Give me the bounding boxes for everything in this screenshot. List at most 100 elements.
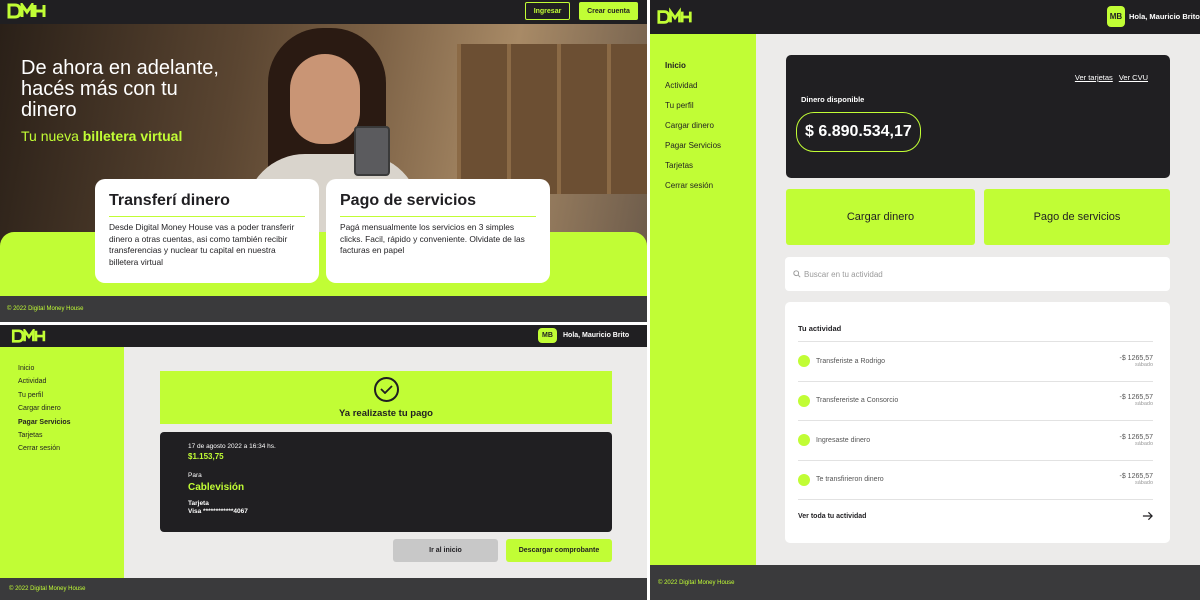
check-circle-icon [373,376,399,402]
hero-phone [354,126,390,176]
receipt-card-number: Visa ************4067 [188,508,248,515]
search-icon [793,270,801,278]
user-greeting: Hola, Mauricio Brito [563,332,630,339]
receipt-date: 17 de agosto 2022 a 16:34 hs. [188,443,276,450]
feature-card-text: Pagá mensualmente los servicios en 3 sim… [340,222,525,255]
list-item[interactable]: Ingresaste dinero -$ 1265,57 sábado [798,421,1153,461]
receipt-amount: $1.153,75 [188,452,224,461]
feature-card-title: Pago de servicios [340,192,536,217]
landing-screen: Ingresar Crear cuenta De ahora en adelan… [0,0,647,322]
view-cards-link[interactable]: Ver tarjetas [1075,73,1113,82]
activity-text: Transfereriste a Consorcio [816,397,899,405]
sidebar-item-logout[interactable]: Cerrar sesión [665,181,756,201]
hero-subtitle-prefix: Tu nueva [21,128,83,144]
arrow-right-icon [1142,511,1153,521]
list-item[interactable]: Te transfirieron dinero -$ 1265,57 sábado [798,461,1153,500]
app-header: MB Hola, Mauricio Brito [0,325,647,347]
success-message: Ya realizaste tu pago [339,407,433,419]
landing-header: Ingresar Crear cuenta [0,0,647,24]
sidebar-item-pagar-servicios[interactable]: Pagar Servicios [665,141,756,161]
activity-title: Tu actividad [798,324,1153,342]
activity-amount: -$ 1265,57 sábado [1120,394,1153,407]
user-greeting: Hola, Mauricio Brito [1129,12,1200,21]
activity-text: Ingresaste dinero [816,436,871,444]
hero-title: De ahora en adelante, hacés más con tu d… [21,57,219,121]
search-input[interactable]: Buscar en tu actividad [785,257,1170,291]
activity-day: sábado [1134,361,1153,368]
dmh-logo-mark [11,329,46,343]
login-button[interactable]: Ingresar [525,2,570,20]
list-item[interactable]: Transferiste a Rodrigo -$ 1265,57 sábado [798,342,1153,382]
feature-card-transfer: Transferí dinero Desde Digital Money Hou… [95,179,319,283]
activity-day: sábado [1134,440,1153,447]
dmh-logo[interactable] [7,3,47,19]
dmh-logo-mark [7,3,46,19]
check-icon [379,384,393,394]
dashboard-screen: MB Hola, Mauricio Brito Inicio Actividad… [650,0,1200,600]
signup-button[interactable]: Crear cuenta [579,2,638,20]
dmh-logo-mark [657,7,692,24]
feature-card-title: Transferí dinero [109,192,305,217]
sidebar: Inicio Actividad Tu perfil Cargar dinero… [650,34,756,565]
feature-card-text: Desde Digital Money House vas a poder tr… [109,222,295,267]
activity-panel: Tu actividad Transferiste a Rodrigo -$ 1… [785,302,1170,543]
activity-text: Transferiste a Rodrigo [816,357,885,365]
app-footer: © 2022 Digital Money House [650,565,1200,600]
activity-dot-icon [798,394,810,407]
app-header: MB Hola, Mauricio Brito [650,0,1200,34]
landing-footer: © 2022 Digital Money House [0,296,647,322]
balance-links: Ver tarjetas Ver CVU [1075,73,1148,82]
payment-success-screen: MB Hola, Mauricio Brito Inicio Actividad… [0,325,647,600]
sidebar-item-cargar-dinero[interactable]: Cargar dinero [18,405,124,418]
sidebar-item-inicio[interactable]: Inicio [665,61,756,81]
activity-dot-icon [798,355,810,368]
sidebar-item-pagar-servicios[interactable]: Pagar Servicios [18,419,124,432]
load-money-button[interactable]: Cargar dinero [786,189,975,245]
app-footer: © 2022 Digital Money House [0,578,647,600]
payment-receipt: 17 de agosto 2022 a 16:34 hs. $1.153,75 … [160,432,612,532]
activity-amount-value: -$ 1265,57 [1119,394,1153,402]
activity-dot-icon [798,434,810,447]
activity-day: sábado [1134,480,1153,487]
activity-text: Te transfirieron dinero [816,476,884,484]
sidebar: Inicio Actividad Tu perfil Cargar dinero… [0,347,124,578]
sidebar-item-perfil[interactable]: Tu perfil [665,101,756,121]
sidebar-item-logout[interactable]: Cerrar sesión [18,445,124,458]
activity-dot-icon [798,473,810,486]
sidebar-item-cargar-dinero[interactable]: Cargar dinero [665,121,756,141]
sidebar-item-tarjetas[interactable]: Tarjetas [665,161,756,181]
activity-amount-value: -$ 1265,57 [1119,433,1153,441]
hero-person-face [290,54,360,144]
balance-label: Dinero disponible [801,95,865,104]
go-home-button[interactable]: Ir al inicio [393,539,498,562]
search-placeholder: Buscar en tu actividad [804,269,883,279]
sidebar-item-perfil[interactable]: Tu perfil [18,392,124,405]
list-item[interactable]: Transfereriste a Consorcio -$ 1265,57 sáb… [798,382,1153,421]
dmh-logo[interactable] [9,329,49,343]
view-cvu-link[interactable]: Ver CVU [1119,73,1148,82]
hero-shelf-background [457,44,647,194]
avatar[interactable]: MB [1107,6,1125,27]
payment-success-banner: Ya realizaste tu pago [160,371,612,424]
sidebar-item-actividad[interactable]: Actividad [665,81,756,101]
activity-amount: -$ 1265,57 sábado [1120,434,1153,447]
pay-services-button[interactable]: Pago de servicios [984,189,1170,245]
feature-card-services: Pago de servicios Pagá mensualmente los … [326,179,550,283]
dmh-logo[interactable] [657,7,693,27]
sidebar-item-inicio[interactable]: Inicio [18,365,124,378]
avatar[interactable]: MB [538,328,557,343]
activity-amount-value: -$ 1265,57 [1119,354,1153,362]
activity-day: sábado [1134,401,1153,408]
see-all-activity-link[interactable]: Ver toda tu actividad [798,500,1153,532]
download-receipt-button[interactable]: Descargar comprobante [506,539,612,562]
hero-subtitle: Tu nueva billetera virtual [21,128,182,144]
activity-amount: -$ 1265,57 sábado [1120,355,1153,368]
receipt-para-label: Para [188,472,202,479]
receipt-recipient: Cablevisión [188,482,245,493]
sidebar-item-actividad[interactable]: Actividad [18,378,124,391]
activity-amount-value: -$ 1265,57 [1119,473,1153,481]
balance-card: Ver tarjetas Ver CVU Dinero disponible $… [786,55,1170,178]
sidebar-item-tarjetas[interactable]: Tarjetas [18,432,124,445]
activity-amount: -$ 1265,57 sábado [1120,473,1153,486]
hero-subtitle-bold: billetera virtual [82,128,183,144]
